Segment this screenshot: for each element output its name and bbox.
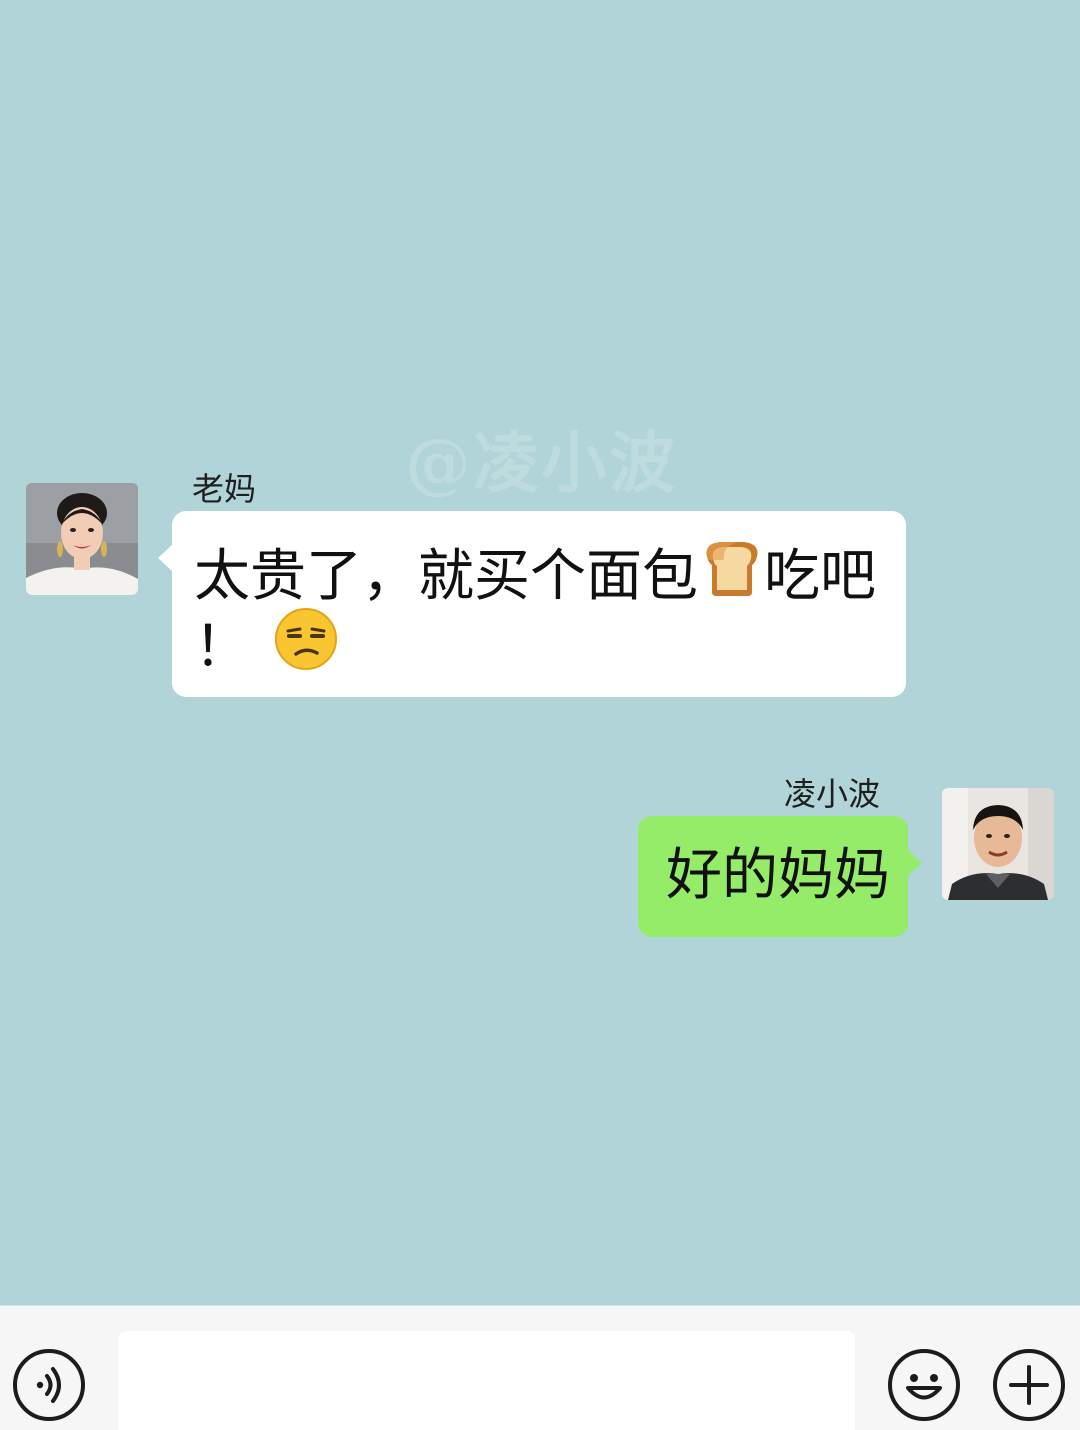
unamused-face-emoji — [274, 607, 338, 687]
sender-name-mom: 老妈 — [192, 470, 257, 508]
voice-icon[interactable] — [13, 1349, 85, 1421]
bread-emoji — [698, 538, 764, 614]
message-input[interactable] — [118, 1331, 855, 1430]
message-text: 好的妈妈 — [666, 843, 890, 908]
emoji-icon[interactable] — [888, 1349, 960, 1421]
avatar-self[interactable] — [942, 788, 1054, 900]
input-bar — [0, 1305, 1080, 1430]
chat-area: @凌小波 老妈 太贵了，就买个面包 吃吧 ！ 凌小波 好的妈妈 — [0, 0, 1080, 1305]
sender-name-self: 凌小波 — [784, 775, 881, 813]
avatar-mom[interactable] — [26, 483, 138, 595]
message-bubble-sent[interactable]: 好的妈妈 — [638, 816, 922, 937]
message-text-part1: 太贵了，就买个面包 — [194, 544, 698, 609]
watermark: @凌小波 — [405, 424, 677, 502]
add-icon[interactable] — [993, 1349, 1065, 1421]
message-text-part3: ！ — [194, 614, 250, 680]
message-text-part2: 吃吧 — [764, 544, 876, 609]
message-bubble-received[interactable]: 太贵了，就买个面包 吃吧 ！ — [158, 511, 906, 697]
